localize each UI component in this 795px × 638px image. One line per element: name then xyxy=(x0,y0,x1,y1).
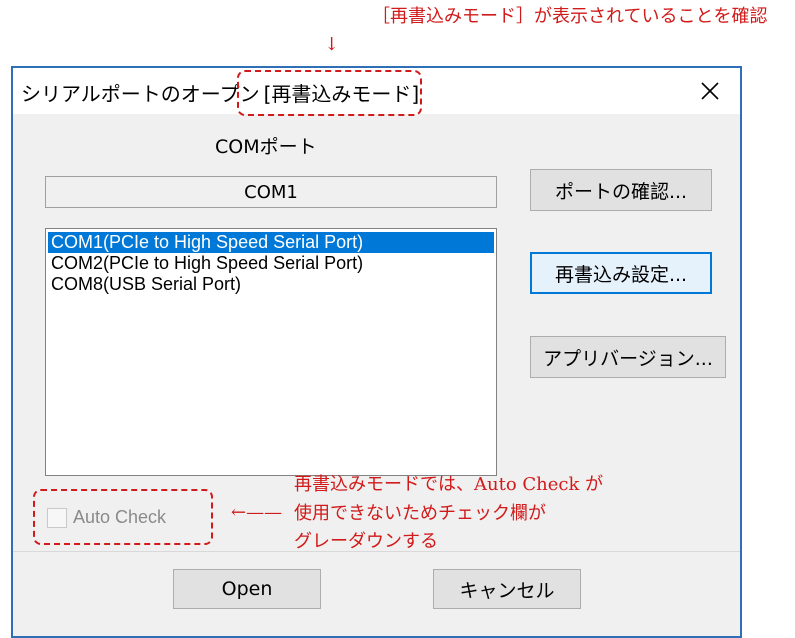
auto-check-highlight-box xyxy=(33,489,213,545)
check-port-button[interactable]: ポートの確認... xyxy=(530,169,712,211)
port-list-item[interactable]: COM2(PCIe to High Speed Serial Port) xyxy=(48,253,494,274)
dialog-client-area: COMポート COM1 COM1(PCIe to High Speed Seri… xyxy=(13,114,740,636)
app-version-button[interactable]: アプリバージョン... xyxy=(530,336,726,378)
port-listbox[interactable]: COM1(PCIe to High Speed Serial Port) COM… xyxy=(45,228,497,476)
selected-port-field: COM1 xyxy=(45,176,497,208)
side-annotation-line-3: グレーダウンする xyxy=(294,531,438,552)
top-annotation-note: ［再書込みモード］が表示されていることを確認 xyxy=(372,6,768,27)
top-annotation-arrow: ↓ xyxy=(324,34,340,55)
port-list-item[interactable]: COM8(USB Serial Port) xyxy=(48,274,494,295)
com-port-label: COMポート xyxy=(215,136,317,158)
close-icon xyxy=(701,82,719,100)
port-list-item[interactable]: COM1(PCIe to High Speed Serial Port) xyxy=(48,232,494,253)
side-annotation-arrow: ←—— xyxy=(231,502,283,523)
close-button[interactable] xyxy=(686,72,734,110)
mode-highlight-box xyxy=(237,70,422,116)
side-annotation-line-1: 再書込みモードでは、Auto Check が xyxy=(294,474,604,495)
cancel-button[interactable]: キャンセル xyxy=(433,569,581,609)
title-label: シリアルポートのオープン xyxy=(21,82,260,106)
side-annotation-line-2: 使用できないためチェック欄が xyxy=(294,503,546,524)
open-button[interactable]: Open xyxy=(173,569,321,609)
rewrite-settings-button[interactable]: 再書込み設定... xyxy=(530,252,712,294)
